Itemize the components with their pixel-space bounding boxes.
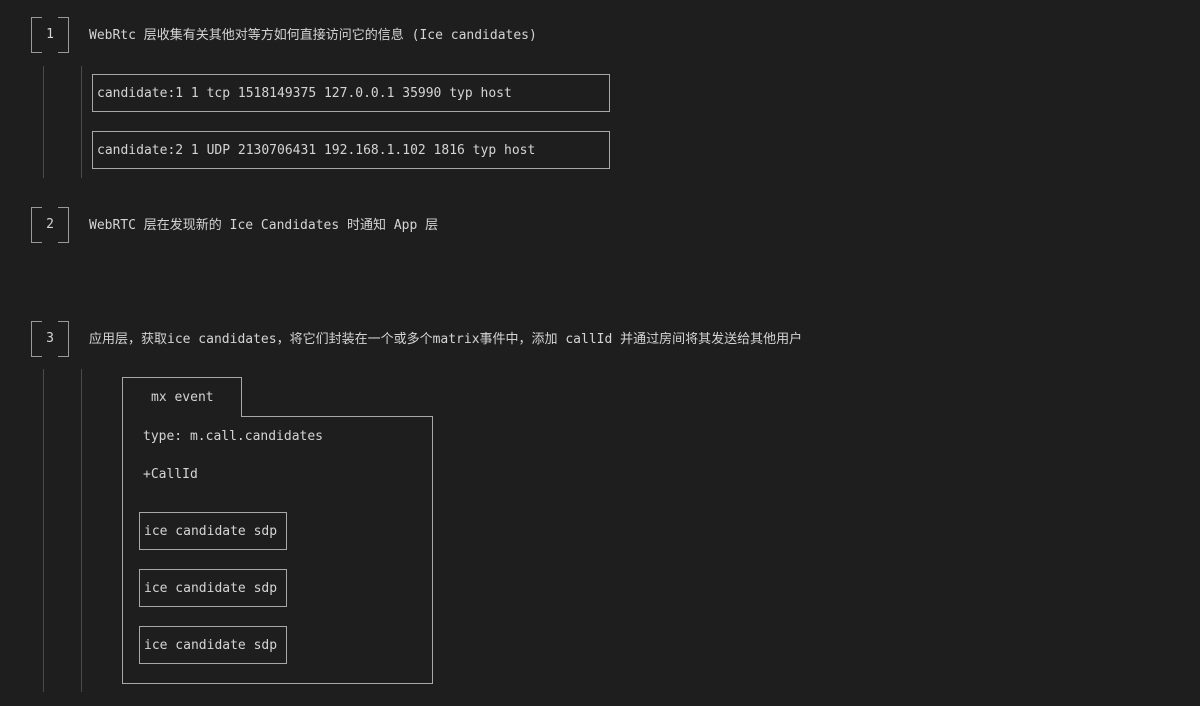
ice-candidate-box-1: candidate:1 1 tcp 1518149375 127.0.0.1 3… — [92, 74, 610, 112]
ice-candidate-text-1: candidate:1 1 tcp 1518149375 127.0.0.1 3… — [97, 86, 512, 101]
step-number-1: 1 — [46, 27, 54, 42]
mx-event-box: type: m.call.candidates +CallId ice cand… — [122, 416, 433, 684]
ice-candidate-sdp-box-3: ice candidate sdp — [139, 626, 287, 664]
guide-line-outer-3 — [43, 369, 44, 692]
step-number-box-3: 3 — [31, 321, 69, 357]
mx-event-tab-label: mx event — [151, 390, 214, 405]
guide-line-outer-1 — [43, 66, 44, 178]
step-1-text: WebRtc 层收集有关其他对等方如何直接访问它的信息 (Ice candida… — [89, 28, 537, 43]
step-number-2: 2 — [46, 217, 54, 232]
step-number-3: 3 — [46, 331, 54, 346]
guide-line-inner-1 — [81, 66, 82, 178]
ice-candidate-text-2: candidate:2 1 UDP 2130706431 192.168.1.1… — [97, 143, 536, 158]
ice-candidate-sdp-box-2: ice candidate sdp — [139, 569, 287, 607]
event-callid-line: +CallId — [143, 467, 198, 482]
ice-candidate-sdp-box-1: ice candidate sdp — [139, 512, 287, 550]
step-number-box-1: 1 — [31, 17, 69, 53]
event-type-line: type: m.call.candidates — [143, 429, 324, 444]
step-number-box-2: 2 — [31, 207, 69, 243]
ice-candidate-sdp-label-2: ice candidate sdp — [144, 581, 278, 596]
ice-candidate-sdp-label-1: ice candidate sdp — [144, 524, 278, 539]
step-2-text: WebRTC 层在发现新的 Ice Candidates 时通知 App 层 — [89, 218, 439, 233]
ice-candidate-box-2: candidate:2 1 UDP 2130706431 192.168.1.1… — [92, 131, 610, 169]
mx-event-tab: mx event — [122, 377, 242, 417]
step-3-text: 应用层，获取ice candidates，将它们封装在一个或多个matrix事件… — [89, 332, 803, 347]
ice-candidate-sdp-label-3: ice candidate sdp — [144, 638, 278, 653]
guide-line-inner-3 — [81, 369, 82, 692]
